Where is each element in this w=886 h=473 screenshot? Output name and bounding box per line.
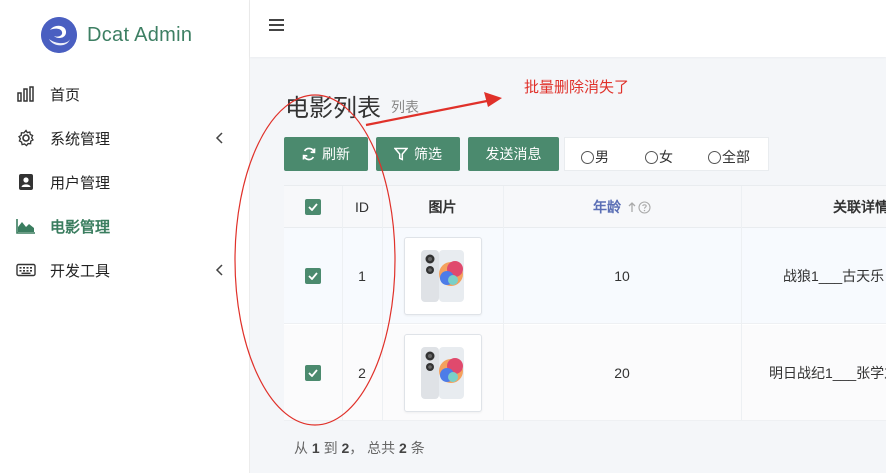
radio-male[interactable]: 男 [581,147,609,167]
row-checkbox[interactable] [305,365,321,381]
radio-label: 女 [659,149,673,165]
sidebar-item-movies[interactable]: 电影管理 [0,204,249,248]
phone-thumbnail-image[interactable] [403,237,482,315]
user-card-icon [16,172,36,192]
sidebar-item-devtools[interactable]: 开发工具 [0,248,249,292]
radio-all[interactable]: 全部 [708,147,750,167]
radio-circle-icon [708,150,721,164]
chevron-left-icon [211,261,229,279]
data-table: ID 图片 年龄 关联详情 1 10 战狼1___古天乐 2 20 明日战纪1_… [284,185,886,421]
refresh-label: 刷新 [322,146,350,162]
phone-thumbnail-image[interactable] [403,334,482,412]
filter-icon [394,147,408,161]
gender-radio-group: 男 女 全部 [564,137,769,171]
filter-button[interactable]: 筛选 [376,137,460,171]
sidebar-item-label: 用户管理 [50,174,111,192]
sidebar-item-users[interactable]: 用户管理 [0,160,249,204]
column-header-detail: 关联详情 [833,199,886,215]
row-age: 10 [614,268,630,284]
annotation-text: 批量删除消失了 [524,79,630,96]
radio-label: 男 [595,149,609,165]
pagination-from: 1 [311,440,320,456]
pagination-total: 2 [399,440,407,456]
area-chart-icon [16,216,36,236]
bar-chart-icon [16,84,36,104]
radio-label: 全部 [722,149,750,165]
column-header-image: 图片 [428,199,457,215]
page-title: 电影列表 [285,95,381,122]
brand-name: Dcat Admin [87,23,193,46]
help-circle-icon[interactable] [638,200,651,214]
annotation-arrow-icon [365,92,502,127]
chevron-left-icon [211,129,229,147]
filter-label: 筛选 [414,146,442,162]
sidebar-item-label: 系统管理 [50,130,111,148]
brand-logo-icon [41,17,77,53]
radio-circle-icon [645,150,658,164]
sidebar-item-system[interactable]: 系统管理 [0,116,249,160]
refresh-icon [302,147,316,161]
select-all-cell [284,186,342,228]
row-detail: 明日战纪1___张学友 [769,365,886,381]
sidebar-item-label: 电影管理 [50,218,111,236]
menu-toggle-icon[interactable] [269,18,287,36]
sort-arrow-icon[interactable] [627,201,637,213]
row-detail: 战狼1___古天乐 [783,268,885,284]
pagination-unit: 条 [410,440,425,456]
send-message-button[interactable]: 发送消息 [468,137,559,171]
radio-female[interactable]: 女 [645,147,673,167]
keyboard-icon [16,260,36,280]
row-id: 1 [358,268,366,284]
row-select-cell [284,325,342,421]
column-header-id: ID [355,199,369,215]
sidebar: Dcat Admin 首页 系统管理 用户管理 电影管理 开发工具 [0,0,250,473]
sidebar-item-label: 开发工具 [50,262,111,280]
row-select-cell [284,228,342,324]
row-image-cell [382,325,503,421]
brand[interactable]: Dcat Admin [0,0,249,70]
row-age: 20 [614,365,630,381]
page-subtitle: 列表 [391,99,419,115]
refresh-button[interactable]: 刷新 [284,137,368,171]
top-navbar [250,0,886,57]
pagination-from-label: 从 [294,440,308,456]
pagination-to-label: 到 [323,440,338,456]
sidebar-menu: 首页 系统管理 用户管理 电影管理 开发工具 [0,72,249,292]
sidebar-item-label: 首页 [50,86,81,104]
gear-icon [16,128,36,148]
pagination-summary: 从 1 到 2， 总共 2 条 [294,438,425,458]
column-header-age-label: 年龄 [593,199,621,215]
radio-circle-icon [581,150,594,164]
row-image-cell [382,228,503,324]
column-header-age[interactable]: 年龄 [503,186,741,228]
pagination-total-label: ， 总共 [349,440,396,456]
row-checkbox[interactable] [305,268,321,284]
send-message-label: 发送消息 [485,146,542,162]
select-all-checkbox[interactable] [305,199,321,215]
sidebar-item-home[interactable]: 首页 [0,72,249,116]
row-id: 2 [358,365,366,381]
